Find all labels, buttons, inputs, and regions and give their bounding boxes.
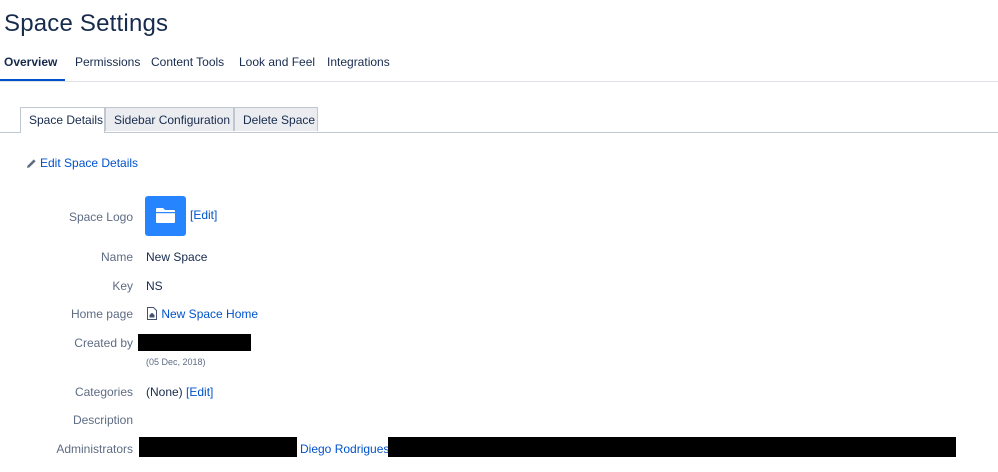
tab-permissions[interactable]: Permissions: [75, 55, 140, 69]
subtab-sidebar-configuration[interactable]: Sidebar Configuration: [105, 107, 234, 131]
space-logo-edit-link[interactable]: [Edit]: [190, 208, 217, 222]
top-tab-bar: Overview Permissions Content Tools Look …: [0, 50, 998, 82]
tab-content-tools[interactable]: Content Tools: [151, 55, 224, 69]
subtab-delete-space[interactable]: Delete Space: [234, 107, 318, 131]
redacted-creator: [138, 334, 251, 351]
tab-integrations[interactable]: Integrations: [327, 55, 390, 69]
home-page-icon: [147, 307, 157, 320]
categories-value: (None) [Edit]: [146, 385, 213, 399]
home-page-link[interactable]: New Space Home: [161, 307, 258, 321]
space-logo-label: Space Logo: [68, 210, 133, 224]
space-logo: [145, 196, 186, 236]
name-value: New Space: [146, 250, 208, 264]
redacted-admin-1: [139, 437, 297, 457]
key-label: Key: [112, 279, 133, 293]
categories-edit-link[interactable]: [Edit]: [186, 385, 213, 399]
pencil-icon: [27, 159, 36, 168]
tab-look-and-feel[interactable]: Look and Feel: [239, 55, 315, 69]
name-label: Name: [100, 250, 133, 264]
edit-space-details-label: Edit Space Details: [40, 156, 139, 170]
created-date: (05 Dec, 2018): [146, 357, 206, 367]
tab-overview[interactable]: Overview: [0, 55, 66, 81]
home-page-value[interactable]: New Space Home: [146, 307, 258, 321]
edit-space-details-link[interactable]: Edit Space Details: [26, 156, 138, 170]
administrators-label: Administrators: [56, 442, 133, 456]
home-page-label: Home page: [70, 307, 133, 321]
subtab-space-details[interactable]: Space Details: [20, 107, 105, 133]
redacted-admin-2: [388, 437, 956, 457]
page-title: Space Settings: [4, 10, 169, 37]
description-label: Description: [72, 413, 133, 427]
categories-label: Categories: [74, 385, 133, 399]
sub-tab-bar: Space Details Sidebar Configuration Dele…: [0, 107, 998, 133]
folder-icon: [156, 208, 175, 223]
key-value: NS: [146, 279, 163, 293]
categories-none: (None): [146, 385, 183, 399]
admin-diego-rodrigues-link[interactable]: Diego Rodrigues,: [300, 442, 393, 456]
created-by-label: Created by: [74, 336, 133, 350]
